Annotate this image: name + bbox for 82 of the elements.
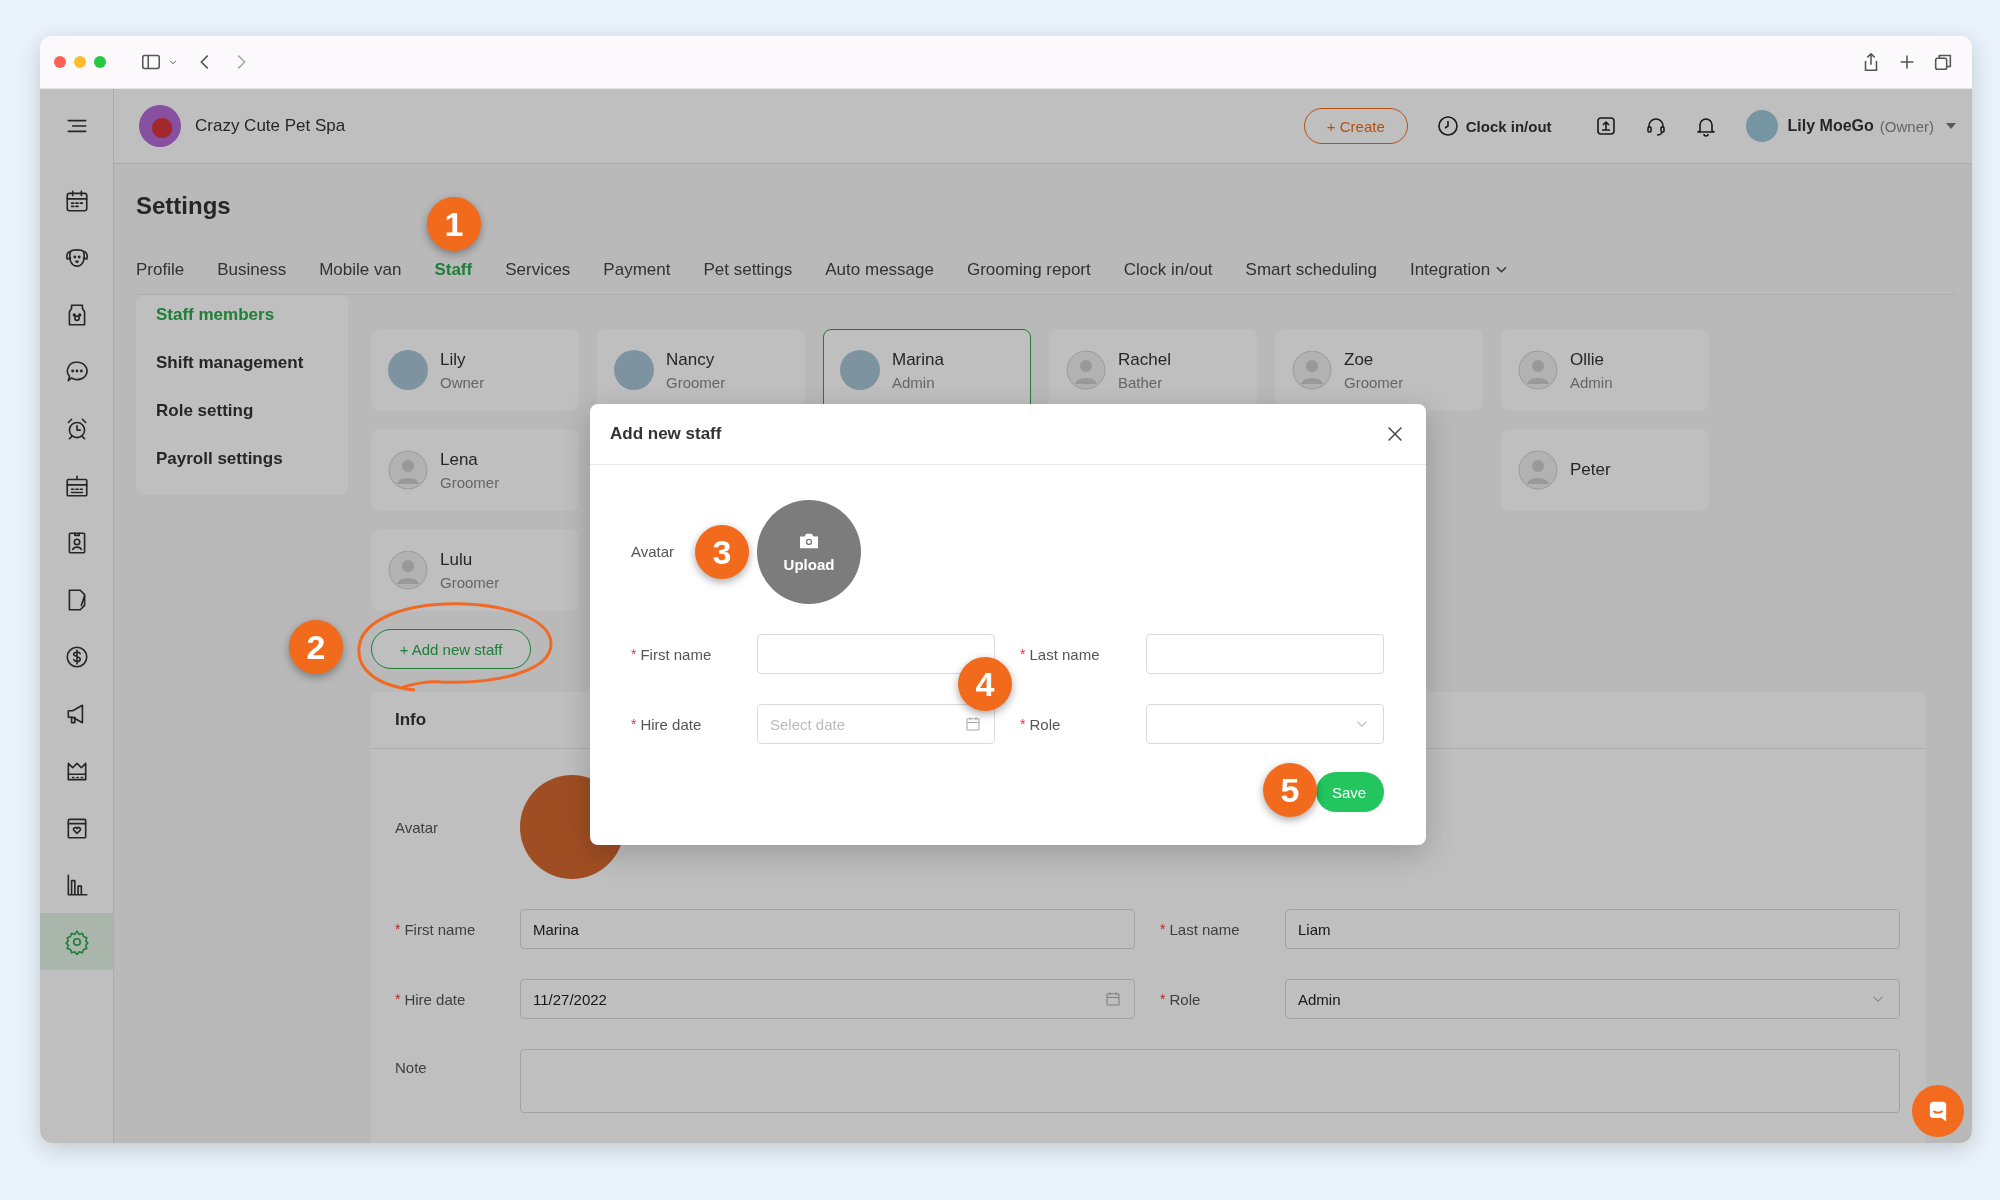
staff-card[interactable]: Lulu Groomer [371, 529, 579, 611]
clock-icon [1435, 114, 1460, 138]
caret-icon[interactable] [1946, 123, 1956, 129]
settings-icon [63, 928, 90, 955]
settings-tab[interactable]: Integration [1409, 260, 1508, 280]
staff-name: Nancy [666, 349, 716, 370]
input-field[interactable] [757, 634, 995, 674]
staff-role: Groomer [440, 573, 500, 591]
calendar-icon [63, 187, 90, 214]
settings-tab[interactable]: Services [505, 260, 571, 280]
required-mark: * [395, 990, 401, 1008]
calendar-icon [964, 715, 982, 733]
page-title: Settings [136, 191, 232, 221]
input-field[interactable]: Liam [1285, 909, 1900, 949]
settings-tab[interactable]: Payment [603, 260, 671, 280]
note-field[interactable] [520, 1049, 1900, 1113]
field-label: First name [404, 920, 476, 938]
staff-role: Owner [440, 373, 485, 391]
settings-tab[interactable]: Profile [136, 260, 185, 280]
field-label: Role [1169, 990, 1201, 1008]
calendar-icon [1104, 990, 1122, 1008]
required-mark: * [1160, 990, 1166, 1008]
input-field[interactable] [1146, 634, 1384, 674]
staff-role: Groomer [1344, 373, 1404, 391]
submenu-item[interactable]: Role setting [136, 391, 348, 439]
dialog-title: Add new staff [610, 424, 722, 444]
required-mark: * [395, 920, 401, 938]
business-logo [139, 105, 181, 147]
staff-name: Marina [892, 349, 944, 370]
field-label: Avatar [395, 818, 440, 836]
submenu-item[interactable]: Payroll settings [136, 439, 348, 487]
clock-in-out-link[interactable]: Clock in/out [1465, 117, 1552, 135]
field-label: Last name [1169, 920, 1240, 938]
staff-role: Admin [892, 373, 936, 391]
staff-name: Ollie [1570, 349, 1605, 370]
settings-tab[interactable]: Smart scheduling [1245, 260, 1377, 280]
dollar-icon [63, 643, 90, 670]
required-mark: * [1160, 920, 1166, 938]
settings-tab[interactable]: Mobile van [319, 260, 402, 280]
staff-name: Peter [1570, 460, 1611, 480]
upload-button[interactable]: Upload [757, 500, 861, 604]
staff-role: Admin [1570, 373, 1613, 391]
staff-card[interactable]: Zoe Groomer [1275, 329, 1483, 411]
staff-role: Groomer [440, 473, 500, 491]
staff-name: Lena [440, 449, 479, 470]
user-name[interactable]: Lily MoeGo [1787, 117, 1874, 135]
submenu-item[interactable]: Shift management [136, 343, 348, 391]
chevron-down-icon [1496, 266, 1508, 274]
field-label: Note [395, 1059, 428, 1076]
staff-name: Zoe [1344, 349, 1375, 370]
field-label: Hire date [640, 715, 702, 733]
business-name: Crazy Cute Pet Spa [195, 116, 346, 136]
settings-tab[interactable]: Pet settings [703, 260, 793, 280]
camera-icon [798, 531, 820, 550]
staff-card[interactable]: Peter [1501, 429, 1709, 511]
settings-tab[interactable]: Business [217, 260, 287, 280]
close-window-button[interactable] [54, 56, 66, 68]
required-mark: * [631, 715, 637, 733]
staff-role: Groomer [666, 373, 726, 391]
staff-card[interactable]: Lily Owner [371, 329, 579, 411]
settings-tab[interactable]: Clock in/out [1123, 260, 1213, 280]
role-select[interactable]: Admin [1285, 979, 1900, 1019]
settings-tab[interactable]: Auto message [825, 260, 934, 280]
staff-card[interactable]: Lena Groomer [371, 429, 579, 511]
field-label: Avatar [631, 543, 675, 560]
required-mark: * [1020, 715, 1026, 733]
field-label: Last name [1029, 645, 1100, 663]
chat-button[interactable] [1912, 1085, 1964, 1137]
field-label: Hire date [404, 990, 466, 1008]
date-field[interactable]: 11/27/2022 [520, 979, 1135, 1019]
required-mark: * [1020, 645, 1026, 663]
staff-name: Lulu [440, 549, 474, 570]
input-field[interactable]: Marina [520, 909, 1135, 949]
field-label: First name [640, 645, 712, 663]
settings-tab[interactable]: Grooming report [966, 260, 1091, 280]
required-mark: * [631, 645, 637, 663]
field-label: Role [1029, 715, 1061, 733]
staff-name: Lily [440, 349, 467, 370]
staff-card[interactable]: Ollie Admin [1501, 329, 1709, 411]
staff-role: Bather [1118, 373, 1164, 391]
staff-name: Rachel [1118, 349, 1171, 370]
user-role: (Owner) [1879, 117, 1934, 135]
